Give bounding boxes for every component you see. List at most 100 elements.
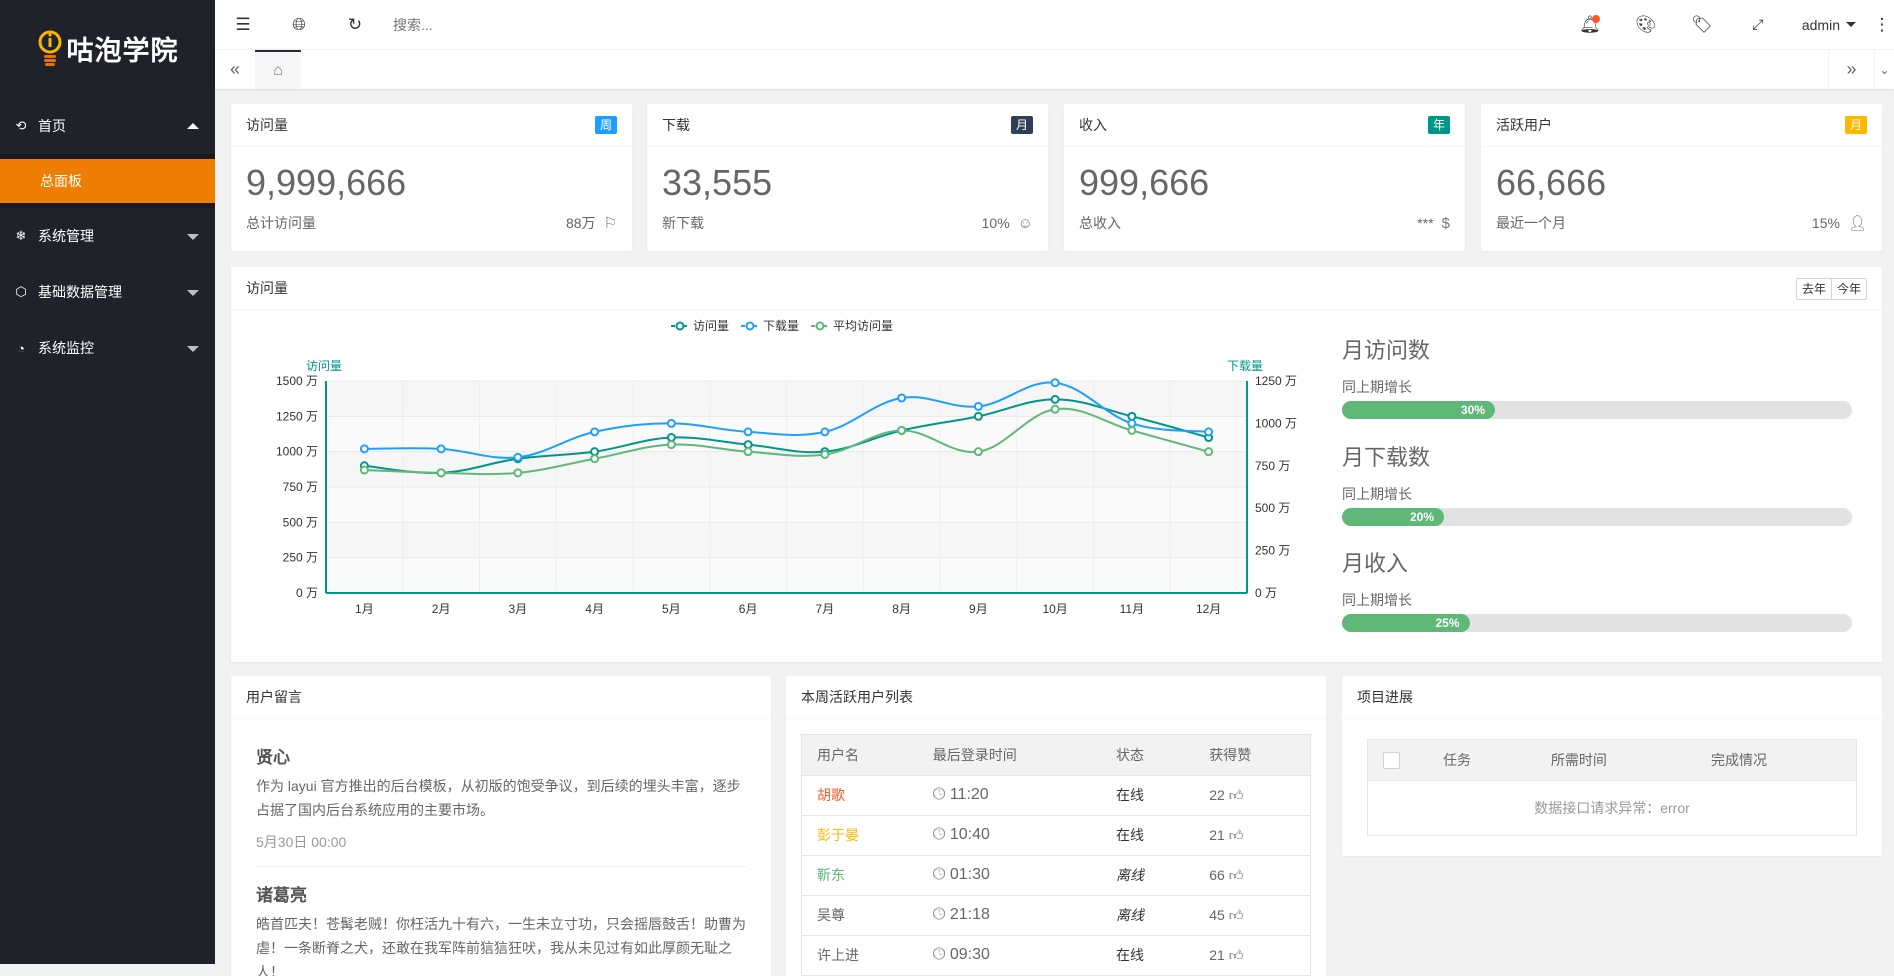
sidebar-item-monitoring[interactable]: ◔ 系统监控 (0, 320, 215, 376)
right-axis-name: 下载量 (1227, 359, 1263, 373)
stat-label: 总计访问量 (246, 215, 316, 231)
data-point (590, 427, 600, 437)
data-point (973, 447, 983, 457)
x-tick-label: 11月 (1120, 602, 1144, 616)
theme-icon[interactable]: 🎨︎ (1618, 0, 1674, 50)
data-point (820, 427, 830, 437)
stat-value: 999,666 (1079, 162, 1210, 203)
user-name: 胡歌 (802, 774, 918, 815)
logo[interactable]: 咕泡学院 (0, 0, 215, 97)
snowflake-icon: ❄ (15, 228, 27, 243)
stat-value: 66,666 (1496, 162, 1607, 203)
x-tick-label: 7月 (816, 602, 835, 616)
data-point (666, 418, 676, 428)
tag-icon[interactable]: 🏷︎ (1674, 0, 1730, 50)
stat-label: 最近一个月 (1496, 215, 1566, 231)
table-row: 吴尊 🕓︎ 21:18 离线 45 👍︎ (802, 894, 1310, 935)
projects-card: 项目进展 任务 所需时间 完成情况 数据接口请求异常：error (1342, 676, 1882, 856)
progress-bar: 30% (1342, 401, 1852, 419)
x-tick-label: 6月 (739, 602, 758, 616)
right-tick-label: 1250 万 (1255, 374, 1297, 388)
column-header: 用户名 (802, 735, 918, 775)
message-text: 皓首匹夫！苍髯老贼！你枉活九十有六，一生未立寸功，只会摇唇鼓舌！助曹为虐！一条断… (256, 916, 746, 976)
data-point (513, 468, 523, 478)
legend-marker (745, 321, 755, 331)
sidebar-item-system-management[interactable]: ❄ 系统管理 (0, 208, 215, 264)
sidebar-item-home[interactable]: ⟲ 首页 (0, 98, 215, 154)
data-point (1050, 404, 1060, 414)
sidebar-item-label: 系统管理 (38, 228, 94, 244)
stat-extra: 15% (1811, 215, 1840, 231)
x-tick-label: 12月 (1196, 602, 1221, 616)
data-point (1127, 411, 1137, 421)
login-time: 09:30 (949, 946, 990, 964)
column-header: 任务 (1428, 740, 1536, 780)
likes: 21 (1209, 946, 1225, 963)
status: 离线 (1101, 894, 1195, 935)
sidebar-item-dashboard[interactable]: 总面板 (0, 159, 215, 203)
period-badge: 周 (594, 116, 617, 134)
stat-card: 下载 月 33,555 新下载 10% ☺ (647, 104, 1048, 251)
x-tick-label: 1月 (355, 602, 374, 616)
thumbs-up-icon: 👍︎ (1228, 826, 1244, 843)
x-tick-label: 10月 (1042, 602, 1067, 616)
data-point (513, 452, 523, 462)
x-tick-label: 3月 (509, 602, 528, 616)
data-point (973, 411, 983, 421)
dashboard-icon: ◔ (17, 340, 25, 356)
login-time: 01:30 (949, 866, 990, 883)
data-point (897, 425, 907, 435)
progress-label: 同上期增长 (1342, 592, 1412, 608)
user-menu[interactable]: admin (1786, 17, 1870, 33)
left-tick-label: 750 万 (283, 480, 318, 494)
data-point (820, 449, 830, 459)
progress-title: 月下载数 (1342, 445, 1431, 470)
period-badge: 年 (1427, 116, 1450, 134)
period-badge: 月 (1010, 116, 1033, 134)
sidebar-item-label: 系统监控 (38, 340, 94, 356)
smile-icon: ☺ (1017, 214, 1033, 232)
select-all-checkbox[interactable] (1383, 751, 1400, 769)
clock-icon: 🕓︎ (932, 906, 950, 923)
search-input[interactable] (393, 16, 593, 33)
user-name: 吴尊 (802, 894, 918, 935)
more-icon[interactable]: ⋮ (1870, 0, 1894, 50)
likes: 21 (1209, 826, 1225, 843)
bulb-logo-icon (38, 30, 61, 66)
active-users-table: 用户名 最后登录时间 状态 获得赞 胡歌 🕓︎ 11:20 在线 22 👍︎ 彭… (802, 735, 1310, 975)
tabs-next-icon[interactable]: » (1828, 50, 1874, 89)
legend-marker (675, 321, 685, 331)
cube-icon: ⬡ (15, 284, 27, 299)
globe-icon[interactable]: 🌐︎ (271, 0, 327, 50)
tabs-menu-icon[interactable]: ⌄ (1874, 50, 1894, 89)
data-point (1127, 425, 1137, 435)
tabs-prev-icon[interactable]: « (215, 50, 255, 89)
data-point (743, 447, 753, 457)
home-icon: ⌂ (273, 61, 283, 79)
tab-home[interactable]: ⌂ (255, 50, 301, 89)
data-point (1204, 427, 1214, 437)
caret-down-icon (187, 234, 199, 246)
refresh-icon[interactable]: ↻ (327, 0, 383, 50)
dollar-icon: $ (1441, 214, 1450, 232)
sidebar-item-basic-data[interactable]: ⬡ 基础数据管理 (0, 264, 215, 320)
legend-marker (815, 321, 825, 331)
user-icon: 👤︎ (1847, 215, 1867, 232)
caret-down-icon (1846, 22, 1856, 32)
empty-message: 数据接口请求异常：error (1368, 779, 1856, 835)
stat-extra: 10% (981, 215, 1010, 231)
right-tick-label: 1000 万 (1255, 416, 1297, 430)
bell-icon[interactable]: 🔔︎ (1562, 0, 1618, 50)
left-tick-label: 500 万 (283, 515, 318, 529)
shrink-sidebar-icon[interactable]: ☰ (215, 0, 271, 50)
message-text: 作为 layui 官方推出的后台模板，从初版的饱受争议，到后续的埋头丰富，逐步占… (256, 778, 741, 818)
fullscreen-icon[interactable]: ⤢ (1730, 0, 1786, 50)
data-point (666, 440, 676, 450)
left-tick-label: 250 万 (283, 551, 318, 565)
stat-value: 33,555 (662, 162, 773, 203)
this-year-button[interactable]: 今年 (1830, 279, 1866, 299)
last-year-button[interactable]: 去年 (1797, 279, 1831, 299)
progress-fill: 25% (1342, 614, 1470, 632)
data-point (1050, 394, 1060, 404)
table-row: 许上进 🕓︎ 09:30 在线 21 👍︎ (802, 934, 1310, 975)
